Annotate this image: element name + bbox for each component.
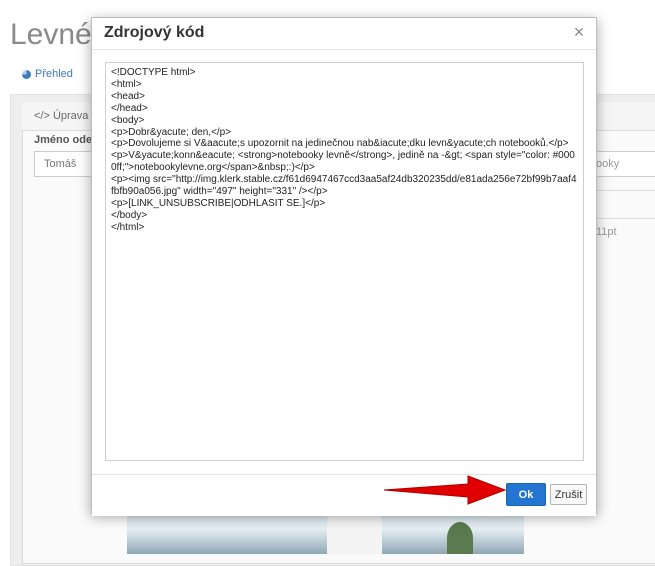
source-code-dialog: Zdrojový kód × <!DOCTYPE html> <html> <h… xyxy=(91,17,597,516)
plant-shape xyxy=(447,522,473,554)
cup-shape xyxy=(327,516,382,554)
sender-label: Jméno ode xyxy=(34,134,93,146)
sender-input-value: Tomáš xyxy=(44,158,77,170)
font-size-value: 11pt xyxy=(596,226,617,238)
close-icon[interactable]: × xyxy=(570,22,588,42)
pie-chart-icon xyxy=(22,69,31,79)
subject-input-value: ooky xyxy=(596,158,620,170)
ok-button[interactable]: Ok xyxy=(506,483,546,506)
cancel-button[interactable]: Zrušit xyxy=(550,484,587,505)
editor-card-header-label: </> Úprava xyxy=(34,110,89,122)
dialog-title: Zdrojový kód xyxy=(104,24,205,41)
dialog-header: Zdrojový kód × xyxy=(92,18,596,50)
nav-overview[interactable]: Přehled xyxy=(22,68,73,80)
page-title: Levné xyxy=(10,18,92,51)
annotation-arrow-icon xyxy=(383,475,507,505)
nav-overview-label: Přehled xyxy=(35,68,73,80)
source-code-textarea[interactable]: <!DOCTYPE html> <html> <head> </head> <b… xyxy=(105,62,584,461)
